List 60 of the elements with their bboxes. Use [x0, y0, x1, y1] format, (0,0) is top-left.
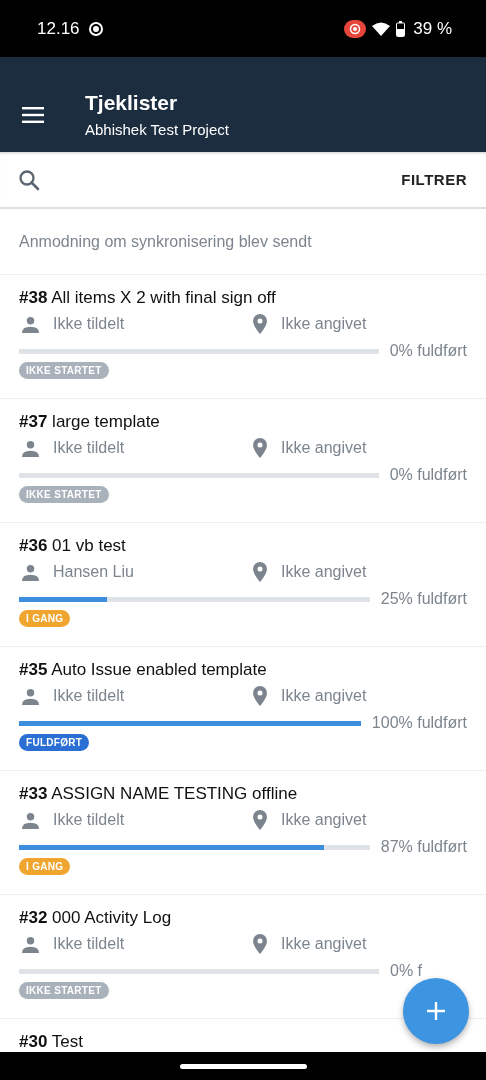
- location-pin-icon: [253, 934, 267, 954]
- location-pin-icon: [253, 438, 267, 458]
- checklist-title[interactable]: #37 large template: [19, 413, 160, 431]
- progress-text: 0% fuldført: [389, 342, 467, 360]
- status-tag: I GANG: [19, 858, 71, 875]
- location: Ikke angivet: [281, 935, 367, 953]
- status-tag: FULDFØRT: [19, 734, 90, 751]
- assignee: Ikke tildelt: [53, 935, 125, 953]
- add-button[interactable]: [403, 978, 469, 1044]
- progress-text: 100% fuldført: [371, 714, 467, 732]
- progress-text: 0% f: [390, 962, 423, 980]
- screen-record-icon: [344, 19, 367, 38]
- status-tag: IKKE STARTET: [19, 982, 109, 999]
- location: Ikke angivet: [281, 687, 367, 705]
- checklist-title[interactable]: #35 Auto Issue enabled template: [19, 661, 267, 679]
- location: Ikke angivet: [281, 439, 367, 457]
- battery-percent: 39 %: [413, 18, 452, 39]
- checklist-title[interactable]: #33 ASSIGN NAME TESTING offline: [19, 785, 298, 803]
- person-icon: [22, 563, 39, 581]
- assignee: Ikke tildelt: [53, 315, 125, 333]
- assignee: Ikke tildelt: [53, 439, 125, 457]
- plus-icon: [426, 1001, 446, 1021]
- page-title: Tjeklister: [85, 91, 179, 115]
- record-icon: [87, 20, 104, 37]
- person-icon: [22, 315, 39, 333]
- person-icon: [22, 935, 39, 953]
- progress-text: 0% fuldført: [389, 466, 467, 484]
- filter-button[interactable]: FILTRER: [401, 167, 467, 192]
- checklist-title[interactable]: #36 01 vb test: [19, 537, 126, 555]
- location: Ikke angivet: [281, 563, 367, 581]
- location: Ikke angivet: [281, 315, 367, 333]
- battery-icon: [396, 20, 406, 37]
- checklist-row[interactable]: #38 All items X 2 with final sign off Ikke tildelt Ikke angivet 0% fuldført IKKE STARTET: [0, 275, 486, 399]
- assignee: Ikke tildelt: [53, 811, 125, 829]
- search-icon[interactable]: [18, 168, 40, 191]
- progress-text: 25% fuldført: [380, 590, 467, 608]
- status-tag: IKKE STARTET: [19, 362, 109, 379]
- checklist-row[interactable]: #37 large template Ikke tildelt Ikke angivet 0% fuldført IKKE STARTET: [0, 399, 486, 523]
- status-time: 12.16: [37, 18, 80, 39]
- person-icon: [22, 439, 39, 457]
- location-pin-icon: [253, 686, 267, 706]
- location-pin-icon: [253, 810, 267, 830]
- person-icon: [22, 811, 39, 829]
- location-pin-icon: [253, 562, 267, 582]
- wifi-icon: [372, 21, 391, 36]
- checklist-title[interactable]: #30 Test: [19, 1033, 83, 1051]
- person-icon: [22, 687, 39, 705]
- checklist-title[interactable]: #38 All items X 2 with final sign off: [19, 289, 276, 307]
- menu-icon[interactable]: [22, 106, 44, 123]
- checklist-title[interactable]: #32 000 Activity Log: [19, 909, 172, 927]
- assignee: Hansen Liu: [53, 563, 134, 581]
- progress-text: 87% fuldført: [380, 838, 467, 856]
- status-tag: I GANG: [19, 610, 71, 627]
- assignee: Ikke tildelt: [53, 687, 125, 705]
- status-tag: IKKE STARTET: [19, 486, 109, 503]
- home-indicator[interactable]: [179, 1063, 307, 1069]
- sync-message: Anmodning om synkronisering blev sendt: [0, 209, 486, 275]
- location-pin-icon: [253, 314, 267, 334]
- location: Ikke angivet: [281, 811, 367, 829]
- project-name: Abhishek Test Project: [85, 121, 229, 138]
